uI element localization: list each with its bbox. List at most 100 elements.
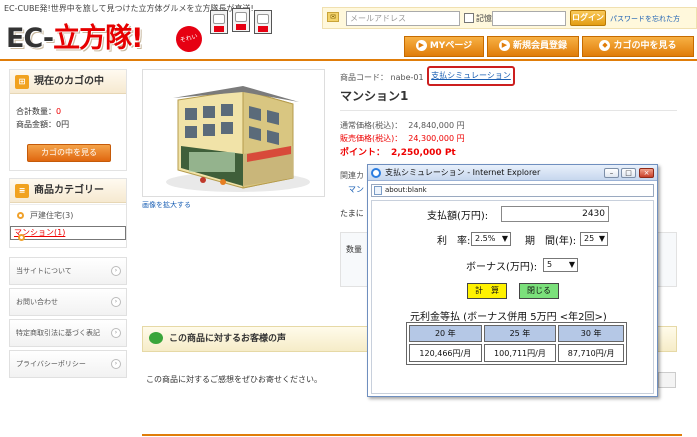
sidebar-link-privacy[interactable]: プライバシーポリシー › (9, 350, 127, 378)
review-write-button[interactable] (658, 372, 676, 388)
chevron-right-icon: › (111, 266, 121, 276)
review-title: この商品に対するお客様の声 (169, 334, 287, 344)
product-name: マンション1 (340, 89, 409, 103)
rate-select[interactable]: 2.5% ▼ (471, 232, 511, 246)
nav-mypage-button[interactable]: ▶ MYページ (404, 36, 484, 57)
regular-price-value: 24,840,000 円 (408, 121, 465, 130)
sidebar-category-title: 商品カテゴリー (34, 185, 104, 196)
chevron-right-icon: › (111, 359, 121, 369)
sidebar-link-label: プライバシーポリシー (16, 360, 86, 368)
quantity-label: 数量 (346, 245, 362, 254)
sidebar-link-tokusho[interactable]: 特定商取引法に基づく表記 › (9, 319, 127, 347)
address-text: about:blank (385, 186, 427, 194)
zoom-image-link[interactable]: 画像を拡大する (142, 200, 191, 210)
bonus-value: 5 (547, 260, 553, 269)
amount-label: 支払額(万円): (427, 211, 489, 222)
calculate-button[interactable]: 計 算 (467, 283, 507, 299)
close-button[interactable]: × (639, 168, 654, 178)
sale-price-value: 24,300,000 円 (408, 134, 465, 143)
mascot-image (210, 10, 228, 34)
ie-icon (371, 168, 381, 178)
building-illustration (166, 86, 310, 192)
result-value-cell: 100,711円/月 (483, 344, 557, 362)
period-label: 期 間(年): (525, 236, 577, 247)
period-select[interactable]: 25 ▼ (580, 232, 608, 246)
divider (340, 110, 677, 111)
email-input[interactable]: メールアドレス (346, 11, 460, 26)
amount-input[interactable]: 2430 (501, 206, 609, 222)
maximize-button[interactable]: □ (621, 168, 636, 178)
sidebar-categories: ≡ 商品カテゴリー 戸建住宅(3) マンション(1) (9, 178, 127, 248)
chevron-right-icon: › (111, 297, 121, 307)
payment-simulation-link[interactable]: 支払シミュレーション (427, 66, 515, 86)
cart-qty-value: 0 (56, 107, 62, 116)
logo-left: EC- (6, 23, 54, 54)
result-value-row: 120,466円/月 100,711円/月 87,710円/月 (409, 344, 624, 362)
remember-checkbox[interactable] (464, 13, 474, 23)
password-input[interactable] (492, 11, 566, 26)
category-item[interactable]: 戸建住宅(3) (10, 204, 126, 226)
bullet-icon (17, 212, 24, 219)
chevron-down-icon: ▼ (568, 260, 575, 269)
related-category-link[interactable]: マン (348, 184, 364, 195)
result-header-cell: 20 年 (409, 325, 482, 342)
result-value-cell: 120,466円/月 (409, 344, 482, 362)
cart-qty-label: 合計数量： (16, 107, 56, 116)
mascot-image (254, 10, 272, 34)
nav-mypage-label: MYページ (429, 41, 473, 51)
nav-cart-label: カゴの中を見る (613, 41, 677, 51)
logo-badge: それいけ! (173, 23, 205, 68)
bonus-label: ボーナス(万円): (466, 262, 538, 273)
result-header-row: 20 年 25 年 30 年 (409, 325, 624, 342)
bonus-select[interactable]: 5 ▼ (543, 258, 578, 272)
forgot-password-link[interactable]: パスワードを忘れた方 (610, 14, 680, 24)
point-label: ポイント： (340, 148, 386, 158)
cart-icon: ◆ (599, 40, 611, 51)
period-value: 25 (584, 234, 595, 243)
cart-amount-row: 商品金額：0円 (16, 119, 69, 130)
product-image[interactable] (142, 69, 325, 197)
result-title: 元利金等払 (ボーナス併用 5万円 <年2回>) (410, 312, 607, 323)
sidebar-link-label: 当サイトについて (16, 267, 72, 275)
result-header-cell: 25 年 (483, 325, 557, 342)
chevron-right-icon: › (111, 328, 121, 338)
sidebar-link-about[interactable]: 当サイトについて › (9, 257, 127, 285)
sidebar-cart: ⊞ 現在のカゴの中 合計数量：0 商品金額：0円 カゴの中を見る (9, 69, 127, 171)
arrow-right-icon: ▶ (498, 40, 510, 51)
sidebar-cart-button[interactable]: カゴの中を見る (27, 144, 111, 162)
point-row: ポイント： 2,250,000 Pt (340, 145, 456, 158)
cart-icon: ⊞ (15, 75, 29, 89)
mascot-image (232, 8, 250, 32)
nav-divider (0, 59, 697, 61)
sidebar-link-label: お問い合わせ (16, 298, 58, 306)
close-popup-button[interactable]: 閉じる (519, 283, 559, 299)
mail-icon: ✉ (327, 12, 339, 22)
popup-title: 支払シミュレーション - Internet Explorer (385, 168, 541, 177)
popup-content: 支払額(万円): 2430 利 率: 2.5% ▼ 期 間(年): 25 ▼ ボーナ… (371, 200, 654, 394)
site-logo[interactable]: EC-立方隊! (6, 16, 143, 55)
result-header-cell: 30 年 (558, 325, 624, 342)
rate-label: 利 率: (437, 236, 471, 247)
login-button[interactable]: ログイン (570, 10, 606, 26)
cart-amount-label: 商品金額： (16, 120, 56, 129)
nav-register-label: 新規会員登録 (512, 41, 567, 51)
bullet-icon (18, 234, 25, 241)
sidebar-category-header: ≡ 商品カテゴリー (10, 179, 126, 203)
nav-register-button[interactable]: ▶ 新規会員登録 (487, 36, 579, 57)
cart-qty-row: 合計数量：0 (16, 106, 61, 117)
logo-right: 立方隊! (53, 23, 143, 54)
cart-amount-value: 0円 (56, 120, 70, 129)
minimize-button[interactable]: – (604, 168, 619, 178)
rate-value: 2.5% (475, 234, 496, 243)
regular-price-label: 通常価格(税込)： (340, 121, 403, 130)
nav-cart-button[interactable]: ◆ カゴの中を見る (582, 36, 694, 57)
category-item[interactable]: マンション(1) (10, 226, 126, 241)
popup-titlebar[interactable]: 支払シミュレーション - Internet Explorer – □ × (368, 165, 657, 181)
chevron-down-icon: ▼ (501, 234, 508, 243)
sidebar-cart-title: 現在のカゴの中 (34, 76, 104, 87)
chevron-down-icon: ▼ (598, 234, 605, 243)
address-bar[interactable]: about:blank (371, 184, 654, 197)
sidebar-link-contact[interactable]: お問い合わせ › (9, 288, 127, 316)
review-prompt: この商品に対するご感想をぜひお寄せください。 (146, 375, 322, 384)
sidebar-link-label: 特定商取引法に基づく表記 (16, 329, 100, 337)
